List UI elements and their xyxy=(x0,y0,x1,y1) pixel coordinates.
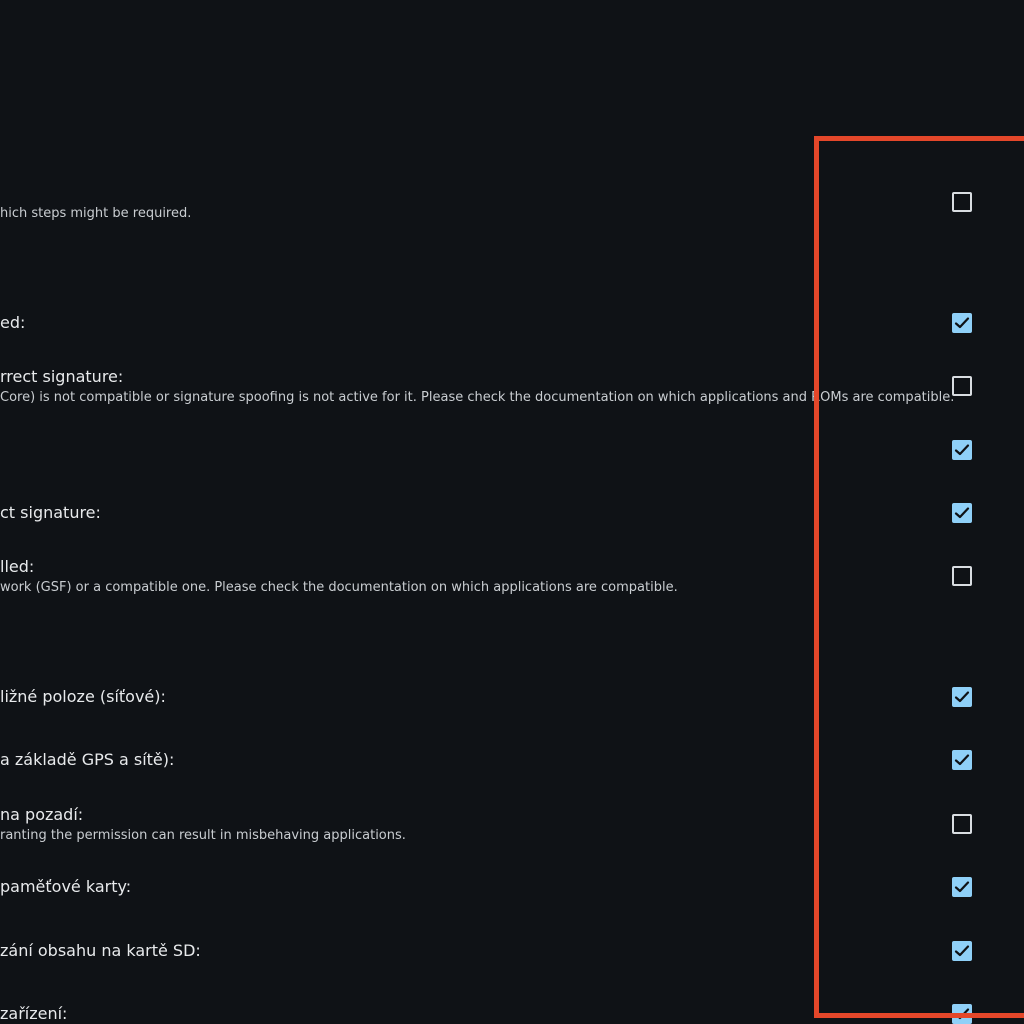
checkmark-icon xyxy=(954,754,970,766)
row-10-checkbox[interactable] xyxy=(952,941,972,961)
row-0-checkbox[interactable] xyxy=(952,192,972,212)
row-2-checkbox[interactable] xyxy=(952,376,972,396)
row-6-checkbox[interactable] xyxy=(952,687,972,707)
row-9-checkbox[interactable] xyxy=(952,877,972,897)
row-8-title: na pozadí: xyxy=(0,805,84,824)
checkmark-icon xyxy=(954,507,970,519)
row-2-subtitle: Core) is not compatible or signature spo… xyxy=(0,390,955,405)
row-7-checkbox[interactable] xyxy=(952,750,972,770)
row-1-checkbox[interactable] xyxy=(952,313,972,333)
checkmark-icon xyxy=(954,881,970,893)
row-8-subtitle: ranting the permission can result in mis… xyxy=(0,828,406,843)
checkmark-icon xyxy=(954,1008,970,1020)
row-9-title: paměťové karty: xyxy=(0,877,132,896)
row-10-title: zání obsahu na kartě SD: xyxy=(0,941,201,960)
checkmark-icon xyxy=(954,691,970,703)
row-5-subtitle: work (GSF) or a compatible one. Please c… xyxy=(0,580,678,595)
row-5-title: lled: xyxy=(0,557,35,576)
checkmark-icon xyxy=(954,444,970,456)
row-11-checkbox[interactable] xyxy=(952,1004,972,1024)
row-2-title: rrect signature: xyxy=(0,367,124,386)
row-8-checkbox[interactable] xyxy=(952,814,972,834)
row-3-checkbox[interactable] xyxy=(952,440,972,460)
row-0-subtitle: hich steps might be required. xyxy=(0,206,192,221)
row-4-title: ct signature: xyxy=(0,503,101,522)
row-5-checkbox[interactable] xyxy=(952,566,972,586)
row-1-title: ed: xyxy=(0,313,26,332)
highlight-box xyxy=(814,136,1024,1018)
checkmark-icon xyxy=(954,317,970,329)
row-7-title: a základě GPS a sítě): xyxy=(0,750,175,769)
checkmark-icon xyxy=(954,945,970,957)
row-6-title: ližné poloze (síťové): xyxy=(0,687,166,706)
row-11-title: zařízení: xyxy=(0,1004,68,1023)
row-4-checkbox[interactable] xyxy=(952,503,972,523)
